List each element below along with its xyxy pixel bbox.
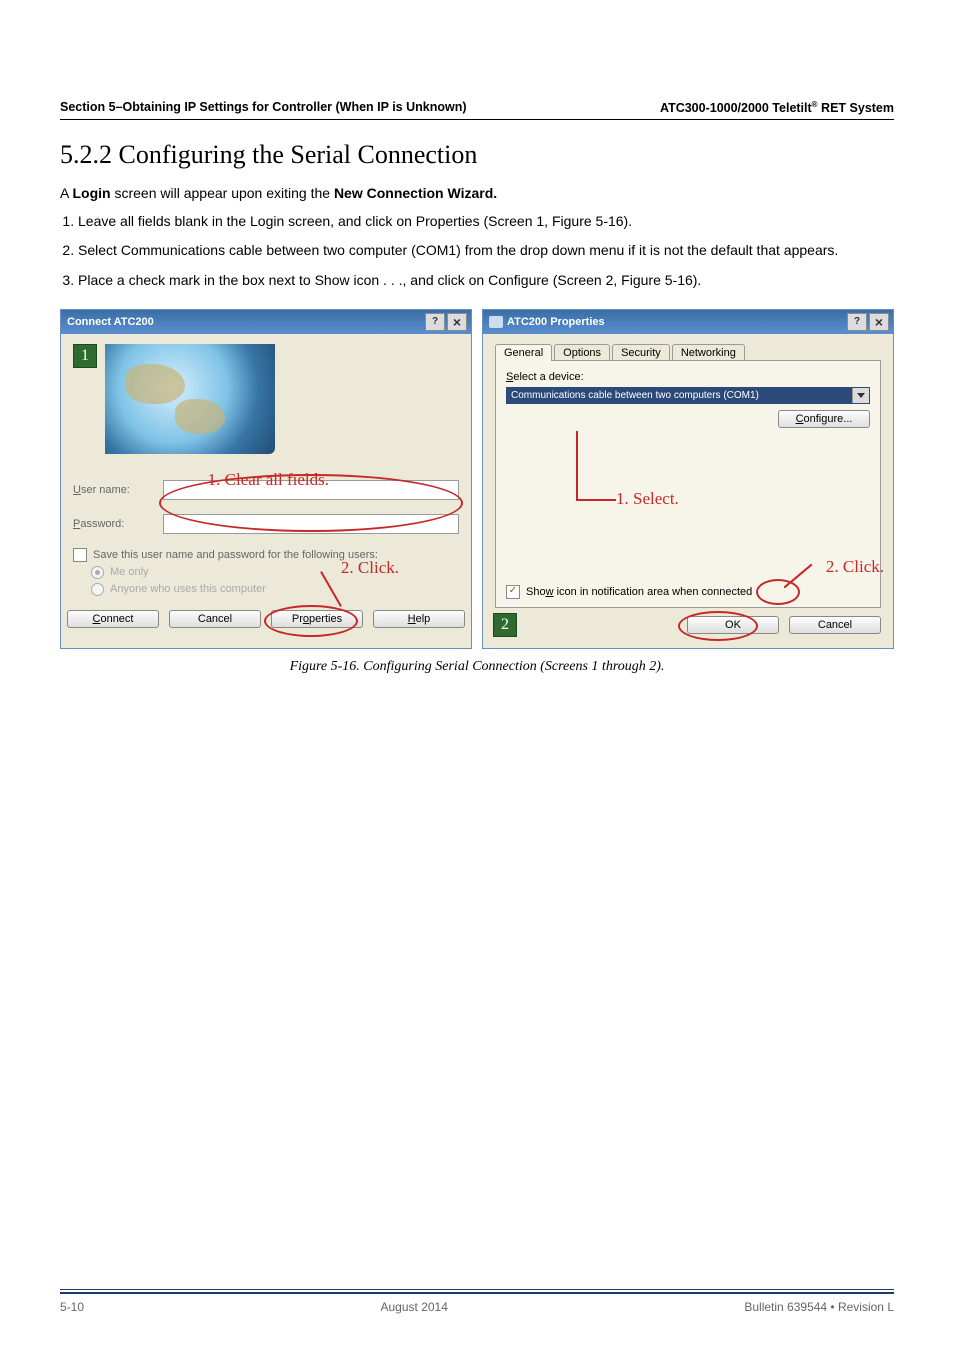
password-field[interactable] [163,514,459,534]
properties-dialog-titlebar[interactable]: ATC200 Properties [483,310,893,334]
help-button[interactable]: Help [373,610,465,628]
screen-number-badge-1: 1 [73,344,97,368]
save-credentials-checkbox[interactable] [73,548,87,562]
radio-anyone-label: Anyone who uses this computer [110,583,266,595]
connect-dialog-title: Connect ATC200 [67,316,154,328]
device-combobox-value: Communications cable between two compute… [507,388,852,403]
annotation-clear-fields: 1. Clear all fields. [208,470,329,490]
tab-security[interactable]: Security [612,344,670,361]
section-heading: 5.2.2 Configuring the Serial Connection [60,140,894,170]
steps-list: Leave all fields blank in the Login scre… [60,212,894,291]
header-left: Section 5–Obtaining IP Settings for Cont… [60,100,467,115]
show-icon-checkbox[interactable] [506,585,520,599]
footer-bulletin: Bulletin 639544 • Revision L [744,1300,894,1314]
help-icon[interactable] [847,313,867,331]
annotation-click-properties: 2. Click. [341,558,399,578]
annotation-click-checkbox: 2. Click. [826,557,884,577]
select-device-label: Select a device: [506,371,870,383]
cancel-button[interactable]: Cancel [789,616,881,634]
step-3: Place a check mark in the box next to Sh… [78,271,894,291]
footer-date: August 2014 [381,1300,448,1314]
ok-button[interactable]: OK [687,616,779,634]
step-2: Select Communications cable between two … [78,241,894,261]
screen-number-badge-2: 2 [493,613,517,637]
page-footer: 5-10 August 2014 Bulletin 639544 • Revis… [60,1292,894,1314]
footer-page: 5-10 [60,1300,84,1314]
properties-button[interactable]: Properties [271,610,363,628]
device-combobox[interactable]: Communications cable between two compute… [506,387,870,404]
connect-button[interactable]: Connect [67,610,159,628]
help-icon[interactable] [425,313,445,331]
connect-dialog-titlebar[interactable]: Connect ATC200 [61,310,471,334]
annotation-select: 1. Select. [616,489,679,509]
tab-general[interactable]: General [495,344,552,361]
connect-dialog: Connect ATC200 1 User name: 1. Clear all… [60,309,472,649]
step-1: Leave all fields blank in the Login scre… [78,212,894,232]
phone-icon [489,316,503,328]
radio-me-only[interactable] [91,566,104,579]
figure-caption: Figure 5-16. Configuring Serial Connecti… [60,659,894,675]
properties-dialog: ATC200 Properties General Options Securi… [482,309,894,649]
header-right: ATC300-1000/2000 Teletilt® RET System [660,100,894,115]
password-label: Password: [73,518,153,530]
configure-button[interactable]: Configure... [778,410,870,428]
properties-dialog-title: ATC200 Properties [507,316,605,328]
cancel-button[interactable]: Cancel [169,610,261,628]
intro-paragraph: A Login screen will appear upon exiting … [60,184,894,204]
show-icon-label: Show icon in notification area when conn… [526,586,752,598]
tabs: General Options Security Networking [495,344,881,361]
radio-anyone[interactable] [91,583,104,596]
tab-options[interactable]: Options [554,344,610,361]
figure-container: Connect ATC200 1 User name: 1. Clear all… [60,309,894,649]
running-header: Section 5–Obtaining IP Settings for Cont… [60,100,894,120]
username-label: User name: [73,484,153,496]
general-tab-panel: Select a device: Communications cable be… [495,360,881,608]
close-icon[interactable] [869,313,889,331]
radio-me-only-label: Me only [110,566,149,578]
tab-networking[interactable]: Networking [672,344,745,361]
save-credentials-label: Save this user name and password for the… [93,549,378,561]
close-icon[interactable] [447,313,467,331]
globe-image [105,344,275,454]
chevron-down-icon[interactable] [852,388,869,403]
